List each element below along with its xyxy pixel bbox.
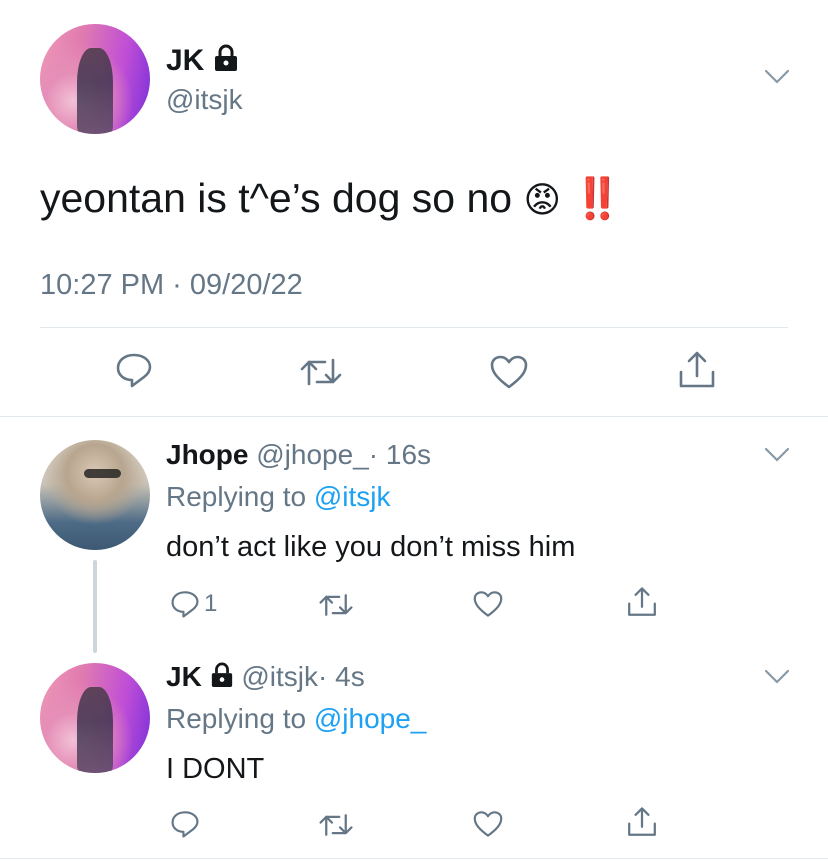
replying-to: Replying to @jhope_: [166, 703, 427, 734]
thread-line: [93, 560, 97, 653]
reply-time: · 4s: [318, 661, 365, 692]
reply-time: · 16s: [368, 439, 432, 470]
avatar[interactable]: [40, 663, 150, 773]
replying-to: Replying to @itsjk: [166, 481, 391, 512]
share-icon[interactable]: [677, 350, 717, 390]
lock-icon: [210, 662, 234, 696]
like-icon[interactable]: [489, 354, 529, 390]
divider: [0, 858, 828, 859]
retweet-icon[interactable]: [299, 356, 343, 388]
mention-link[interactable]: @jhope_: [314, 703, 427, 734]
like-icon[interactable]: [472, 590, 504, 618]
tweet-timestamp[interactable]: 10:27 PM · 09/20/22: [40, 268, 303, 302]
double-exclamation-emoji: ‼️: [572, 177, 623, 221]
retweet-icon[interactable]: [318, 592, 354, 618]
handle[interactable]: @jhope_: [256, 439, 369, 470]
display-name[interactable]: JK: [166, 44, 239, 80]
divider: [40, 327, 788, 328]
avatar[interactable]: [40, 440, 150, 550]
retweet-icon[interactable]: [318, 812, 354, 838]
handle[interactable]: @itsjk: [241, 661, 318, 692]
chevron-down-icon[interactable]: [764, 668, 790, 686]
reply-header: Jhope @jhope_· 16s: [166, 438, 431, 472]
share-icon[interactable]: [626, 586, 658, 618]
like-icon[interactable]: [472, 810, 504, 838]
reply-count: 1: [204, 590, 218, 617]
avatar[interactable]: [40, 24, 150, 134]
reply-icon[interactable]: [115, 352, 153, 388]
mention-link[interactable]: @itsjk: [314, 481, 391, 512]
reply-header: JK @itsjk· 4s: [166, 660, 365, 696]
angry-emoji: 😡: [523, 179, 562, 220]
reply-text: I DONT: [166, 753, 265, 785]
reply-text: don’t act like you don’t miss him: [166, 531, 576, 563]
lock-icon: [213, 44, 239, 80]
display-name[interactable]: JK: [166, 661, 202, 692]
tweet-text: yeontan is t^e’s dog so no 😡 ‼️: [40, 175, 623, 221]
divider: [0, 416, 828, 417]
handle[interactable]: @itsjk: [166, 84, 243, 116]
display-name[interactable]: Jhope: [166, 439, 248, 470]
reply-icon[interactable]: [170, 810, 200, 838]
share-icon[interactable]: [626, 806, 658, 838]
chevron-down-icon[interactable]: [764, 68, 790, 86]
chevron-down-icon[interactable]: [764, 446, 790, 464]
reply-icon[interactable]: [170, 590, 200, 618]
